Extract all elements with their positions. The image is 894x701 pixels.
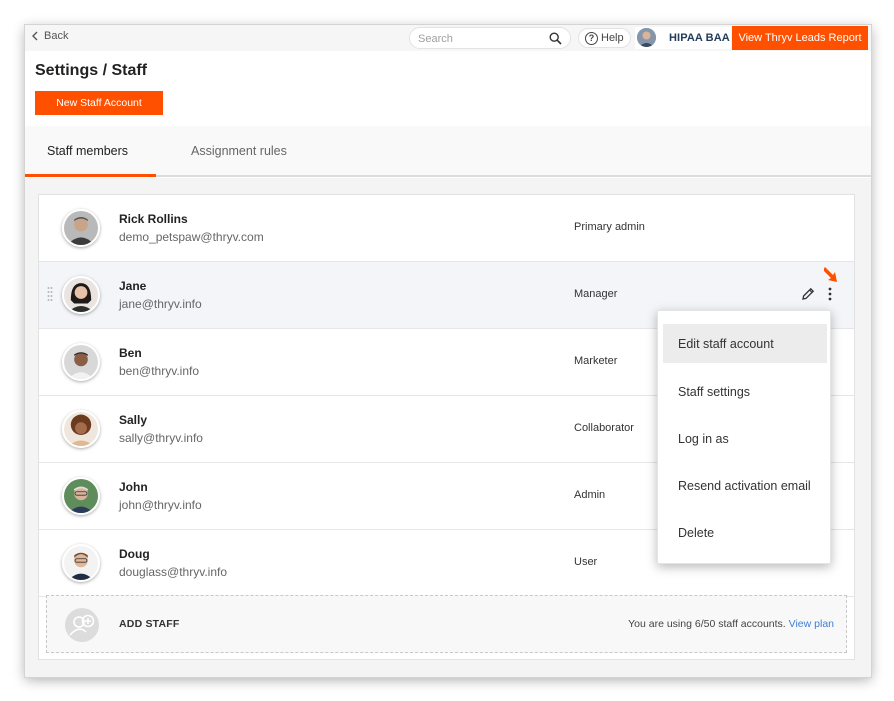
staff-email: douglass@thryv.info	[119, 565, 228, 579]
active-tab-indicator	[25, 174, 156, 177]
view-plan-link[interactable]: View plan	[789, 618, 834, 630]
menu-item-log-in-as[interactable]: Log in as	[663, 419, 827, 458]
tab-staff-members[interactable]: Staff members	[47, 144, 128, 158]
staff-name: Doug	[119, 547, 150, 561]
staff-name: Sally	[119, 413, 148, 427]
staff-name: John	[119, 480, 148, 494]
search-icon[interactable]	[549, 32, 562, 45]
menu-item-edit-staff-account[interactable]: Edit staff account	[663, 324, 827, 363]
staff-role: Marketer	[574, 355, 618, 367]
account-menu[interactable]: HIPAA BAA	[635, 27, 731, 49]
row-actions-menu: Edit staff account Staff settings Log in…	[657, 310, 831, 564]
menu-item-staff-settings[interactable]: Staff settings	[663, 372, 827, 411]
staff-email: demo_petspaw@thryv.com	[119, 230, 264, 244]
staff-role: User	[574, 556, 598, 568]
staff-email: jane@thryv.info	[119, 297, 202, 311]
chevron-left-icon	[32, 31, 38, 41]
staff-email: ben@thryv.info	[119, 364, 199, 378]
staff-role: Manager	[574, 288, 618, 300]
help-label: Help	[601, 32, 624, 44]
pointer-arrow-icon	[824, 267, 837, 282]
add-user-icon	[65, 608, 99, 642]
staff-role: Primary admin	[574, 221, 645, 233]
user-avatar	[637, 28, 656, 47]
staff-usage: You are using 6/50 staff accounts. View …	[628, 618, 834, 630]
staff-role: Collaborator	[574, 422, 634, 434]
staff-name: Jane	[119, 279, 147, 293]
avatar	[62, 544, 100, 582]
usage-text: You are using 6/50 staff accounts.	[628, 618, 786, 630]
drag-handle-icon[interactable]	[47, 286, 53, 304]
help-button[interactable]: ? Help	[578, 28, 631, 48]
new-staff-account-button[interactable]: New Staff Account	[35, 91, 163, 115]
search-box	[409, 27, 571, 49]
search-input[interactable]	[418, 31, 544, 46]
avatar	[62, 410, 100, 448]
avatar	[62, 209, 100, 247]
tab-assignment-rules[interactable]: Assignment rules	[191, 144, 287, 158]
staff-email: sally@thryv.info	[119, 431, 203, 445]
view-leads-report-button[interactable]: View Thryv Leads Report	[732, 26, 868, 50]
back-link[interactable]: Back	[31, 30, 68, 42]
pencil-edit-icon[interactable]	[801, 287, 815, 301]
top-bar: Back ? Help HIPAA BAA View Thryv Leads R…	[25, 25, 871, 51]
more-vertical-icon[interactable]	[827, 286, 833, 302]
question-circle-icon: ?	[585, 31, 598, 45]
back-label: Back	[44, 30, 69, 42]
menu-item-delete[interactable]: Delete	[663, 513, 827, 552]
staff-email: john@thryv.info	[119, 498, 202, 512]
tab-bar: Staff members Assignment rules	[25, 126, 871, 177]
add-staff-label: ADD STAFF	[119, 618, 180, 630]
app-window: Back ? Help HIPAA BAA View Thryv Leads R…	[25, 25, 871, 677]
staff-role: Admin	[574, 489, 606, 501]
add-staff-area[interactable]: ADD STAFF You are using 6/50 staff accou…	[46, 595, 847, 653]
avatar	[62, 477, 100, 515]
staff-row[interactable]: Rick Rollins demo_petspaw@thryv.com Prim…	[39, 195, 854, 262]
avatar	[62, 276, 100, 314]
menu-item-resend-activation-email[interactable]: Resend activation email	[663, 466, 827, 505]
avatar	[62, 343, 100, 381]
account-name: HIPAA BAA	[669, 32, 730, 44]
staff-name: Ben	[119, 346, 142, 360]
staff-name: Rick Rollins	[119, 212, 188, 226]
page-title: Settings / Staff	[35, 62, 148, 79]
